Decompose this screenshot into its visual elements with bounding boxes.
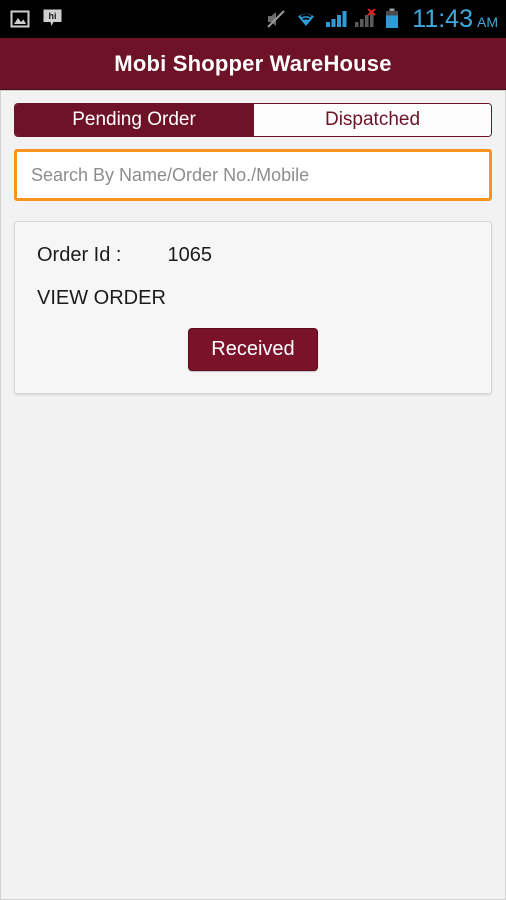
received-button[interactable]: Received [188, 328, 318, 371]
hike-message-icon: hi [42, 8, 63, 30]
wifi-icon [294, 9, 318, 29]
app-action-bar: Mobi Shopper WareHouse [0, 38, 506, 90]
order-status-tabs: Pending Order Dispatched [14, 103, 492, 137]
view-order-link[interactable]: VIEW ORDER [37, 287, 469, 310]
svg-text:hi: hi [49, 11, 57, 21]
clock-meridiem: AM [477, 13, 498, 30]
status-bar-clock: 11:43 AM [412, 5, 498, 34]
tab-dispatched[interactable]: Dispatched [253, 104, 491, 136]
volume-muted-icon [265, 9, 287, 29]
order-id-label: Order Id : [37, 244, 122, 266]
tab-dispatched-label: Dispatched [324, 109, 421, 130]
tab-pending-order[interactable]: Pending Order [15, 104, 253, 136]
order-card[interactable]: Order Id : 1065 VIEW ORDER Received [14, 221, 492, 394]
order-id-row: Order Id : 1065 [37, 244, 469, 267]
tab-pending-order-label: Pending Order [72, 109, 196, 130]
clock-time: 11:43 [412, 4, 473, 33]
main-content: Pending Order Dispatched Order Id : 1065… [0, 90, 506, 900]
phone-screen: hi 11:43 AM Mobi Shopper WareHouse Pendi… [0, 0, 506, 900]
page-title: Mobi Shopper WareHouse [114, 50, 392, 76]
search-input[interactable] [14, 149, 492, 201]
status-bar-right-icons: 11:43 AM [265, 5, 498, 34]
search-container [14, 149, 492, 201]
cellular-signal-no-service-icon [354, 9, 378, 29]
order-id-value: 1065 [167, 244, 212, 266]
battery-icon [385, 8, 399, 30]
cellular-signal-icon [325, 9, 347, 29]
status-bar: hi 11:43 AM [0, 0, 506, 38]
order-action-row: Received [37, 328, 469, 371]
status-bar-left-icons: hi [10, 8, 63, 30]
gallery-image-icon [10, 9, 30, 29]
empty-list-area [14, 394, 492, 899]
